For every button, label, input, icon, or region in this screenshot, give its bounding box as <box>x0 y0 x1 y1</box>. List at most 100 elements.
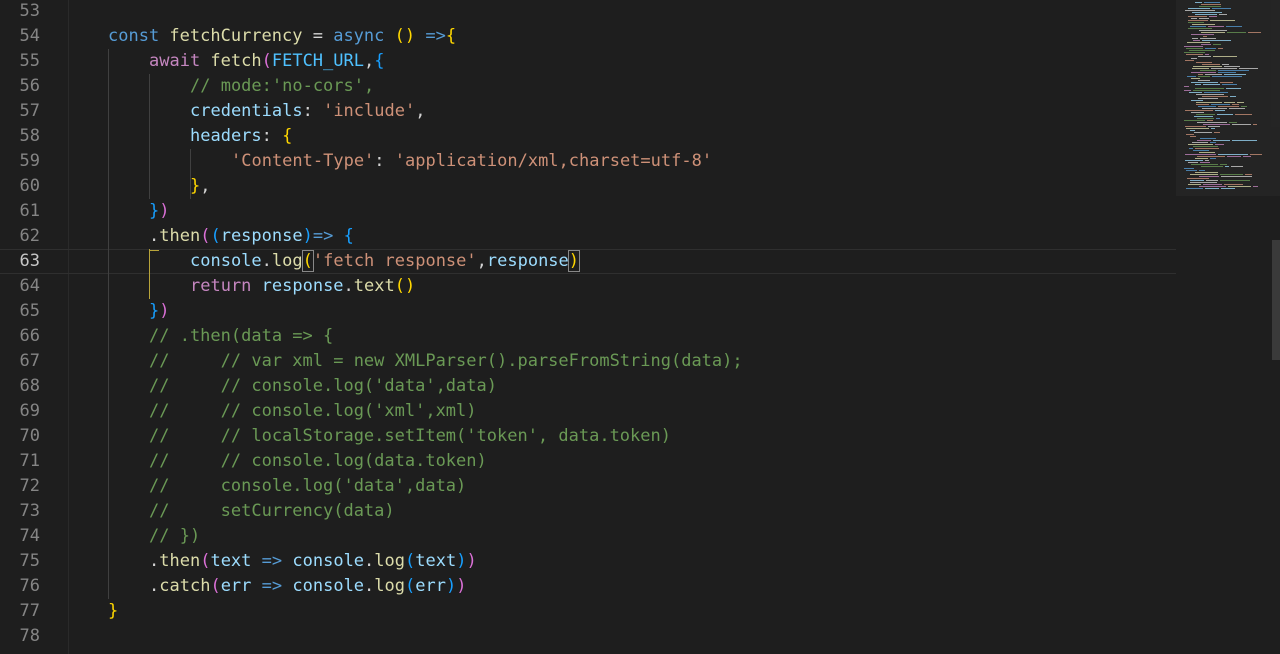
minimap-line <box>1253 186 1258 187</box>
line-number: 72 <box>19 476 40 496</box>
minimap[interactable] <box>1176 0 1280 654</box>
code-line[interactable]: 67 // // var xml = new XMLParser().parseF… <box>0 349 1176 374</box>
code-line[interactable]: 59 'Content-Type': 'application/xml,chars… <box>0 149 1176 174</box>
code-token: } <box>149 201 160 221</box>
minimap-line <box>1197 140 1211 141</box>
minimap-line <box>1205 160 1209 161</box>
code-line[interactable]: 68 // // console.log('data',data) <box>0 374 1176 399</box>
line-text: headers: { <box>190 124 292 149</box>
indent-guide <box>190 149 191 199</box>
minimap-line <box>1245 174 1252 175</box>
minimap-line <box>1197 118 1214 119</box>
minimap-line <box>1210 20 1235 21</box>
code-line[interactable]: 58 headers: { <box>0 124 1176 149</box>
minimap-line <box>1222 84 1237 85</box>
code-token: { <box>445 26 457 46</box>
code-token: : <box>302 101 324 121</box>
minimap-line <box>1201 32 1225 33</box>
code-line[interactable]: 70 // // localStorage.setItem('token', da… <box>0 424 1176 449</box>
line-number: 58 <box>19 126 40 146</box>
line-text: // // console.log('xml',xml) <box>149 399 477 424</box>
code-line[interactable]: 75 .then(text => console.log(text)) <box>0 549 1176 574</box>
code-area[interactable]: 53 54 const fetchCurrency = async () =>{55… <box>0 0 1176 654</box>
code-token: ( <box>405 551 416 571</box>
scrollbar-thumb[interactable] <box>1272 240 1280 360</box>
code-token: } <box>190 176 201 196</box>
minimap-line <box>1194 132 1212 133</box>
minimap-line <box>1218 48 1223 49</box>
code-line[interactable]: 54 const fetchCurrency = async () =>{ <box>0 24 1176 49</box>
code-line[interactable]: 78 <box>0 624 1176 649</box>
minimap-line <box>1204 92 1228 93</box>
code-token: console <box>292 551 365 571</box>
minimap-line <box>1228 186 1251 187</box>
code-line[interactable]: 53 <box>0 0 1176 24</box>
minimap-line <box>1192 24 1215 25</box>
code-line[interactable]: 77} <box>0 599 1176 624</box>
minimap-line <box>1199 176 1219 177</box>
minimap-line <box>1198 80 1210 81</box>
code-editor[interactable]: 53 54 const fetchCurrency = async () =>{55… <box>0 0 1280 654</box>
minimap-line <box>1196 62 1212 63</box>
minimap-line <box>1187 178 1209 179</box>
code-line[interactable]: 65}) <box>0 299 1176 324</box>
minimap-line <box>1188 28 1212 29</box>
minimap-line <box>1197 122 1227 123</box>
minimap-line <box>1186 134 1194 135</box>
minimap-line <box>1203 36 1207 37</box>
minimap-line <box>1199 170 1205 171</box>
code-token: // setCurrency(data) <box>149 501 395 521</box>
code-line[interactable]: 72 // console.log('data',data) <box>0 474 1176 499</box>
code-line[interactable]: 61}) <box>0 199 1176 224</box>
code-token: // // localStorage.setItem('token', data… <box>149 426 671 446</box>
indent-guide <box>108 49 109 599</box>
minimap-line <box>1205 48 1216 49</box>
minimap-line <box>1224 184 1243 185</box>
code-line[interactable]: 76 .catch(err => console.log(err)) <box>0 574 1176 599</box>
minimap-line <box>1220 174 1243 175</box>
minimap-line <box>1210 142 1216 143</box>
code-token: text <box>415 551 457 571</box>
code-line[interactable]: 69 // // console.log('xml',xml) <box>0 399 1176 424</box>
minimap-line <box>1209 16 1217 17</box>
minimap-line <box>1224 66 1240 67</box>
minimap-line <box>1192 142 1208 143</box>
code-line[interactable]: 55 await fetch(FETCH_URL,{ <box>0 49 1176 74</box>
minimap-line <box>1216 118 1220 119</box>
code-line[interactable]: 66 // .then(data => { <box>0 324 1176 349</box>
code-line[interactable]: 62 .then((response)=> { <box>0 224 1176 249</box>
minimap-line <box>1218 70 1249 71</box>
minimap-line <box>1184 120 1205 121</box>
line-text: // // var xml = new XMLParser().parseFro… <box>149 349 743 374</box>
code-token: . <box>149 226 160 246</box>
minimap-line <box>1200 70 1216 71</box>
code-token: } <box>108 601 119 621</box>
code-line[interactable]: 64 return response.text() <box>0 274 1176 299</box>
minimap-line <box>1191 78 1200 79</box>
code-line[interactable]: 73 // setCurrency(data) <box>0 499 1176 524</box>
minimap-line <box>1202 96 1228 97</box>
minimap-line <box>1196 94 1224 95</box>
code-token: err <box>415 576 446 596</box>
minimap-line <box>1195 2 1202 3</box>
minimap-line <box>1196 114 1215 115</box>
code-token: 'application/xml,charset=utf-8' <box>394 151 713 171</box>
minimap-line <box>1253 124 1257 125</box>
code-line[interactable]: 63 console.log('fetch response',response) <box>0 249 1176 274</box>
code-line[interactable]: 56 // mode:'no-cors', <box>0 74 1176 99</box>
line-number: 68 <box>19 376 40 396</box>
code-token: ) <box>456 551 467 571</box>
code-line[interactable]: 57 credentials: 'include', <box>0 99 1176 124</box>
line-text: }) <box>149 299 170 324</box>
code-line[interactable]: 71 // // console.log(data.token) <box>0 449 1176 474</box>
minimap-line <box>1232 124 1251 125</box>
minimap-line <box>1201 4 1221 5</box>
minimap-line <box>1195 84 1201 85</box>
line-text: .then((response)=> { <box>149 224 354 249</box>
code-line[interactable]: 74 // }) <box>0 524 1176 549</box>
minimap-line <box>1243 156 1251 157</box>
line-text: .catch(err => console.log(err)) <box>149 574 466 599</box>
code-token: await <box>149 51 211 71</box>
minimap-line <box>1185 160 1203 161</box>
code-line[interactable]: 60}, <box>0 174 1176 199</box>
